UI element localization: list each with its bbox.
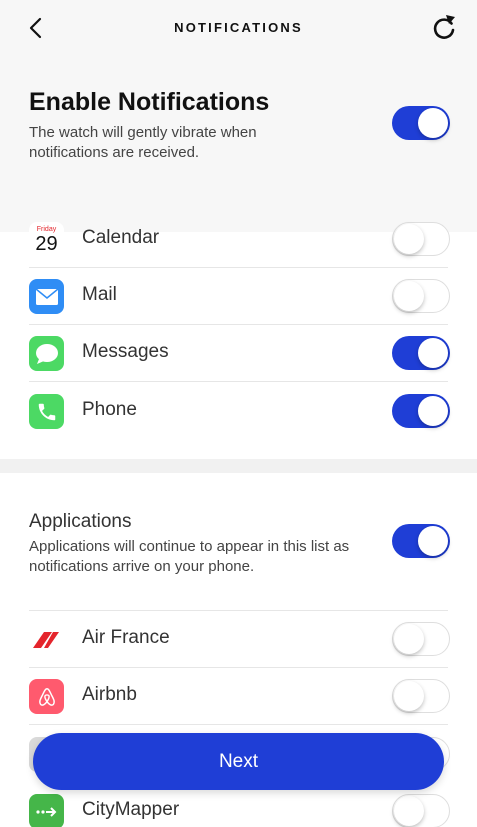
phone-icon xyxy=(29,394,64,429)
refresh-button[interactable] xyxy=(429,12,459,44)
toggle-knob xyxy=(418,396,448,426)
messages-icon xyxy=(29,336,64,371)
header-panel: NOTIFICATIONS Enable Notifications The w… xyxy=(0,0,477,232)
list-item-calendar: Friday 29 Calendar xyxy=(0,211,477,268)
calendar-icon: Friday 29 xyxy=(29,222,64,257)
divider xyxy=(29,381,448,382)
list-item-phone: Phone xyxy=(0,383,477,440)
toggle-knob xyxy=(394,796,424,826)
divider xyxy=(29,724,448,725)
next-button[interactable]: Next xyxy=(33,733,444,790)
calendar-toggle[interactable] xyxy=(392,222,450,256)
applications-description: Applications will continue to appear in … xyxy=(29,538,350,575)
list-item-airbnb: Airbnb xyxy=(0,668,477,725)
mail-icon xyxy=(29,279,64,314)
calendar-icon-date: 29 xyxy=(35,232,58,255)
toggle-knob xyxy=(418,526,448,556)
toggle-knob xyxy=(394,224,424,254)
airbnb-icon xyxy=(29,679,64,714)
phone-toggle[interactable] xyxy=(392,394,450,428)
enable-notifications-title: Enable Notifications xyxy=(29,88,270,116)
page-title: NOTIFICATIONS xyxy=(174,20,303,35)
mail-toggle[interactable] xyxy=(392,279,450,313)
section-separator xyxy=(0,459,477,473)
toggle-knob xyxy=(394,624,424,654)
citymapper-toggle[interactable] xyxy=(392,794,450,827)
list-item-label: Airbnb xyxy=(82,684,137,705)
toggle-knob xyxy=(418,108,448,138)
toggle-knob xyxy=(394,681,424,711)
list-item-label: Calendar xyxy=(82,227,160,248)
list-item-label: Mail xyxy=(82,284,117,305)
refresh-icon xyxy=(433,15,455,39)
air-france-icon xyxy=(29,622,64,657)
applications-toggle[interactable] xyxy=(392,524,450,558)
toggle-knob xyxy=(394,281,424,311)
applications-title: Applications xyxy=(29,511,132,532)
citymapper-icon xyxy=(29,794,64,827)
enable-notifications-toggle[interactable] xyxy=(392,106,450,140)
list-item-label: CityMapper xyxy=(82,799,180,820)
airbnb-toggle[interactable] xyxy=(392,679,450,713)
enable-notifications-description: The watch will gently vibrate when notif… xyxy=(29,124,257,161)
list-item-label: Messages xyxy=(82,341,169,362)
list-item-air-france: Air France xyxy=(0,611,477,668)
air-france-toggle[interactable] xyxy=(392,622,450,656)
list-item-label: Air France xyxy=(82,627,170,648)
messages-toggle[interactable] xyxy=(392,336,450,370)
list-item-label: Phone xyxy=(82,399,137,420)
toggle-knob xyxy=(418,338,448,368)
list-item-messages: Messages xyxy=(0,325,477,382)
list-item-mail: Mail xyxy=(0,268,477,325)
